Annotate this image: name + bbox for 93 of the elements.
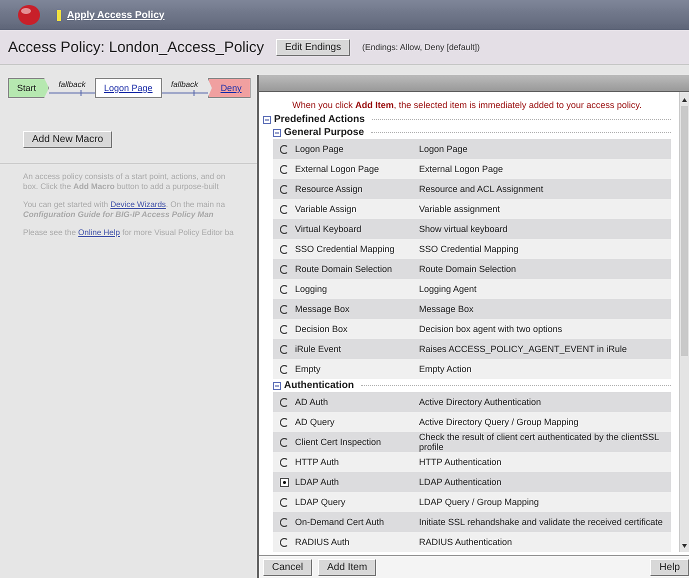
action-node[interactable]: Logon Page	[95, 78, 162, 98]
action-name: Variable Assign	[295, 204, 358, 214]
action-name: iRule Event	[295, 344, 342, 354]
action-description: Show virtual keyboard	[419, 224, 509, 234]
action-description: RADIUS Authentication	[419, 537, 514, 547]
scroll-bar[interactable]	[679, 92, 689, 552]
action-name: AD Query	[295, 417, 336, 427]
action-name: On-Demand Cert Auth	[295, 517, 386, 527]
collapse-icon[interactable]	[263, 116, 271, 124]
help-link[interactable]: Online Help	[78, 228, 120, 237]
connector-line	[49, 88, 96, 96]
group-heading: Predefined Actions	[274, 114, 365, 125]
action-name: Logon Page	[295, 144, 345, 154]
action-name: LDAP Auth	[295, 477, 340, 487]
action-name: Route Domain Selection	[295, 264, 394, 274]
instruction-text: When you click Add Item, the selected item is immediately added to your access policy.	[291, 100, 643, 110]
branch-label: fallback	[171, 80, 198, 88]
action-description: LDAP Authentication	[419, 477, 502, 487]
radio-button[interactable]	[280, 224, 288, 234]
action-description: SSO Credential Mapping	[419, 244, 520, 254]
radio-button[interactable]	[280, 304, 288, 314]
connector-line	[162, 88, 208, 96]
add-macro-button[interactable]: Add New Macro	[23, 131, 112, 148]
action-description: External Logon Page	[419, 164, 504, 174]
help-text: Configuration Guide for BIG-IP Access Policy Man	[23, 210, 214, 220]
action-description: Message Box	[419, 304, 475, 314]
action-description: Logging Agent	[419, 284, 478, 294]
help-text: . On the main na	[166, 200, 226, 209]
action-name: HTTP Auth	[295, 457, 340, 467]
radio-button[interactable]	[280, 204, 288, 214]
action-name: Empty	[295, 364, 322, 374]
action-description: Initiate SSL rehandshake and validate the received certificate	[419, 517, 664, 527]
radio-button[interactable]	[280, 458, 288, 466]
radio-button[interactable]	[280, 144, 288, 154]
logo-icon	[17, 4, 41, 26]
action-description: Logon Page	[419, 144, 469, 154]
help-text: for more Visual Policy Editor ba	[121, 228, 234, 237]
collapse-icon[interactable]	[273, 382, 281, 390]
radio-button[interactable]	[280, 364, 288, 374]
radio-button[interactable]	[280, 264, 288, 274]
action-name: LDAP Query	[295, 497, 346, 507]
radio-button[interactable]	[280, 518, 288, 526]
action-description: Route Domain Selection	[419, 264, 518, 274]
ending-node[interactable]: Deny	[208, 78, 251, 98]
action-name: Decision Box	[295, 324, 349, 334]
start-node: Start	[8, 78, 50, 98]
radio-button[interactable]	[280, 438, 288, 446]
action-name: Logging	[295, 284, 328, 294]
radio-button[interactable]	[280, 324, 288, 334]
dialog-button[interactable]: Add Item	[318, 558, 376, 576]
radio-button[interactable]	[280, 164, 288, 174]
action-name: Client Cert Inspection	[295, 437, 382, 447]
action-name: SSO Credential Mapping	[295, 244, 396, 254]
action-description: Empty Action	[419, 364, 473, 374]
collapse-icon[interactable]	[273, 128, 281, 136]
action-description: Check the result of client cert authenticated by the clientSSL profile	[419, 432, 660, 452]
help-text: Please see the	[23, 228, 77, 237]
action-description: Variable assignment	[419, 204, 501, 214]
page-title: Access Policy: London_Access_Policy	[8, 38, 264, 56]
group-heading: Authentication	[284, 380, 354, 391]
action-description: Active Directory Authentication	[419, 397, 542, 407]
radio-button[interactable]	[280, 244, 288, 254]
branch-label: fallback	[58, 80, 86, 88]
radio-button[interactable]	[280, 418, 288, 426]
help-button[interactable]: Help	[650, 558, 689, 576]
radio-button[interactable]	[280, 344, 288, 354]
action-description: LDAP Query / Group Mapping	[419, 497, 540, 507]
action-name: Resource Assign	[295, 184, 364, 194]
action-name: External Logon Page	[295, 164, 380, 174]
action-description: HTTP Authentication	[419, 457, 502, 467]
apply-policy-link[interactable]: Apply Access Policy	[57, 10, 164, 20]
action-description: Resource and ACL Assignment	[419, 184, 544, 194]
radio-button[interactable]	[280, 284, 288, 294]
group-heading: General Purpose	[284, 127, 364, 138]
action-description: Decision box agent with two options	[419, 324, 564, 334]
help-link[interactable]: Device Wizards	[110, 200, 166, 209]
help-text: You can get started with	[23, 200, 110, 209]
action-name: RADIUS Auth	[295, 537, 351, 547]
action-description: Active Directory Query / Group Mapping	[419, 417, 580, 427]
action-description: Raises ACCESS_POLICY_AGENT_EVENT in iRule	[419, 344, 628, 354]
endings-text: (Endings: Allow, Deny [default])	[362, 42, 480, 52]
help-text: box. Click the Add Macro button to add a purpose-built	[23, 182, 219, 192]
edit-endings-button[interactable]: Edit Endings	[276, 38, 350, 56]
radio-button[interactable]	[280, 184, 288, 194]
radio-button[interactable]	[280, 478, 288, 486]
dialog-button[interactable]: Cancel	[263, 558, 312, 576]
radio-button[interactable]	[280, 398, 288, 406]
action-name: AD Auth	[295, 397, 330, 407]
action-name: Virtual Keyboard	[295, 224, 362, 234]
action-name: Message Box	[295, 304, 351, 314]
radio-button[interactable]	[280, 538, 288, 546]
help-text: An access policy consists of a start point, actions, and on	[23, 172, 226, 182]
radio-button[interactable]	[280, 498, 288, 506]
